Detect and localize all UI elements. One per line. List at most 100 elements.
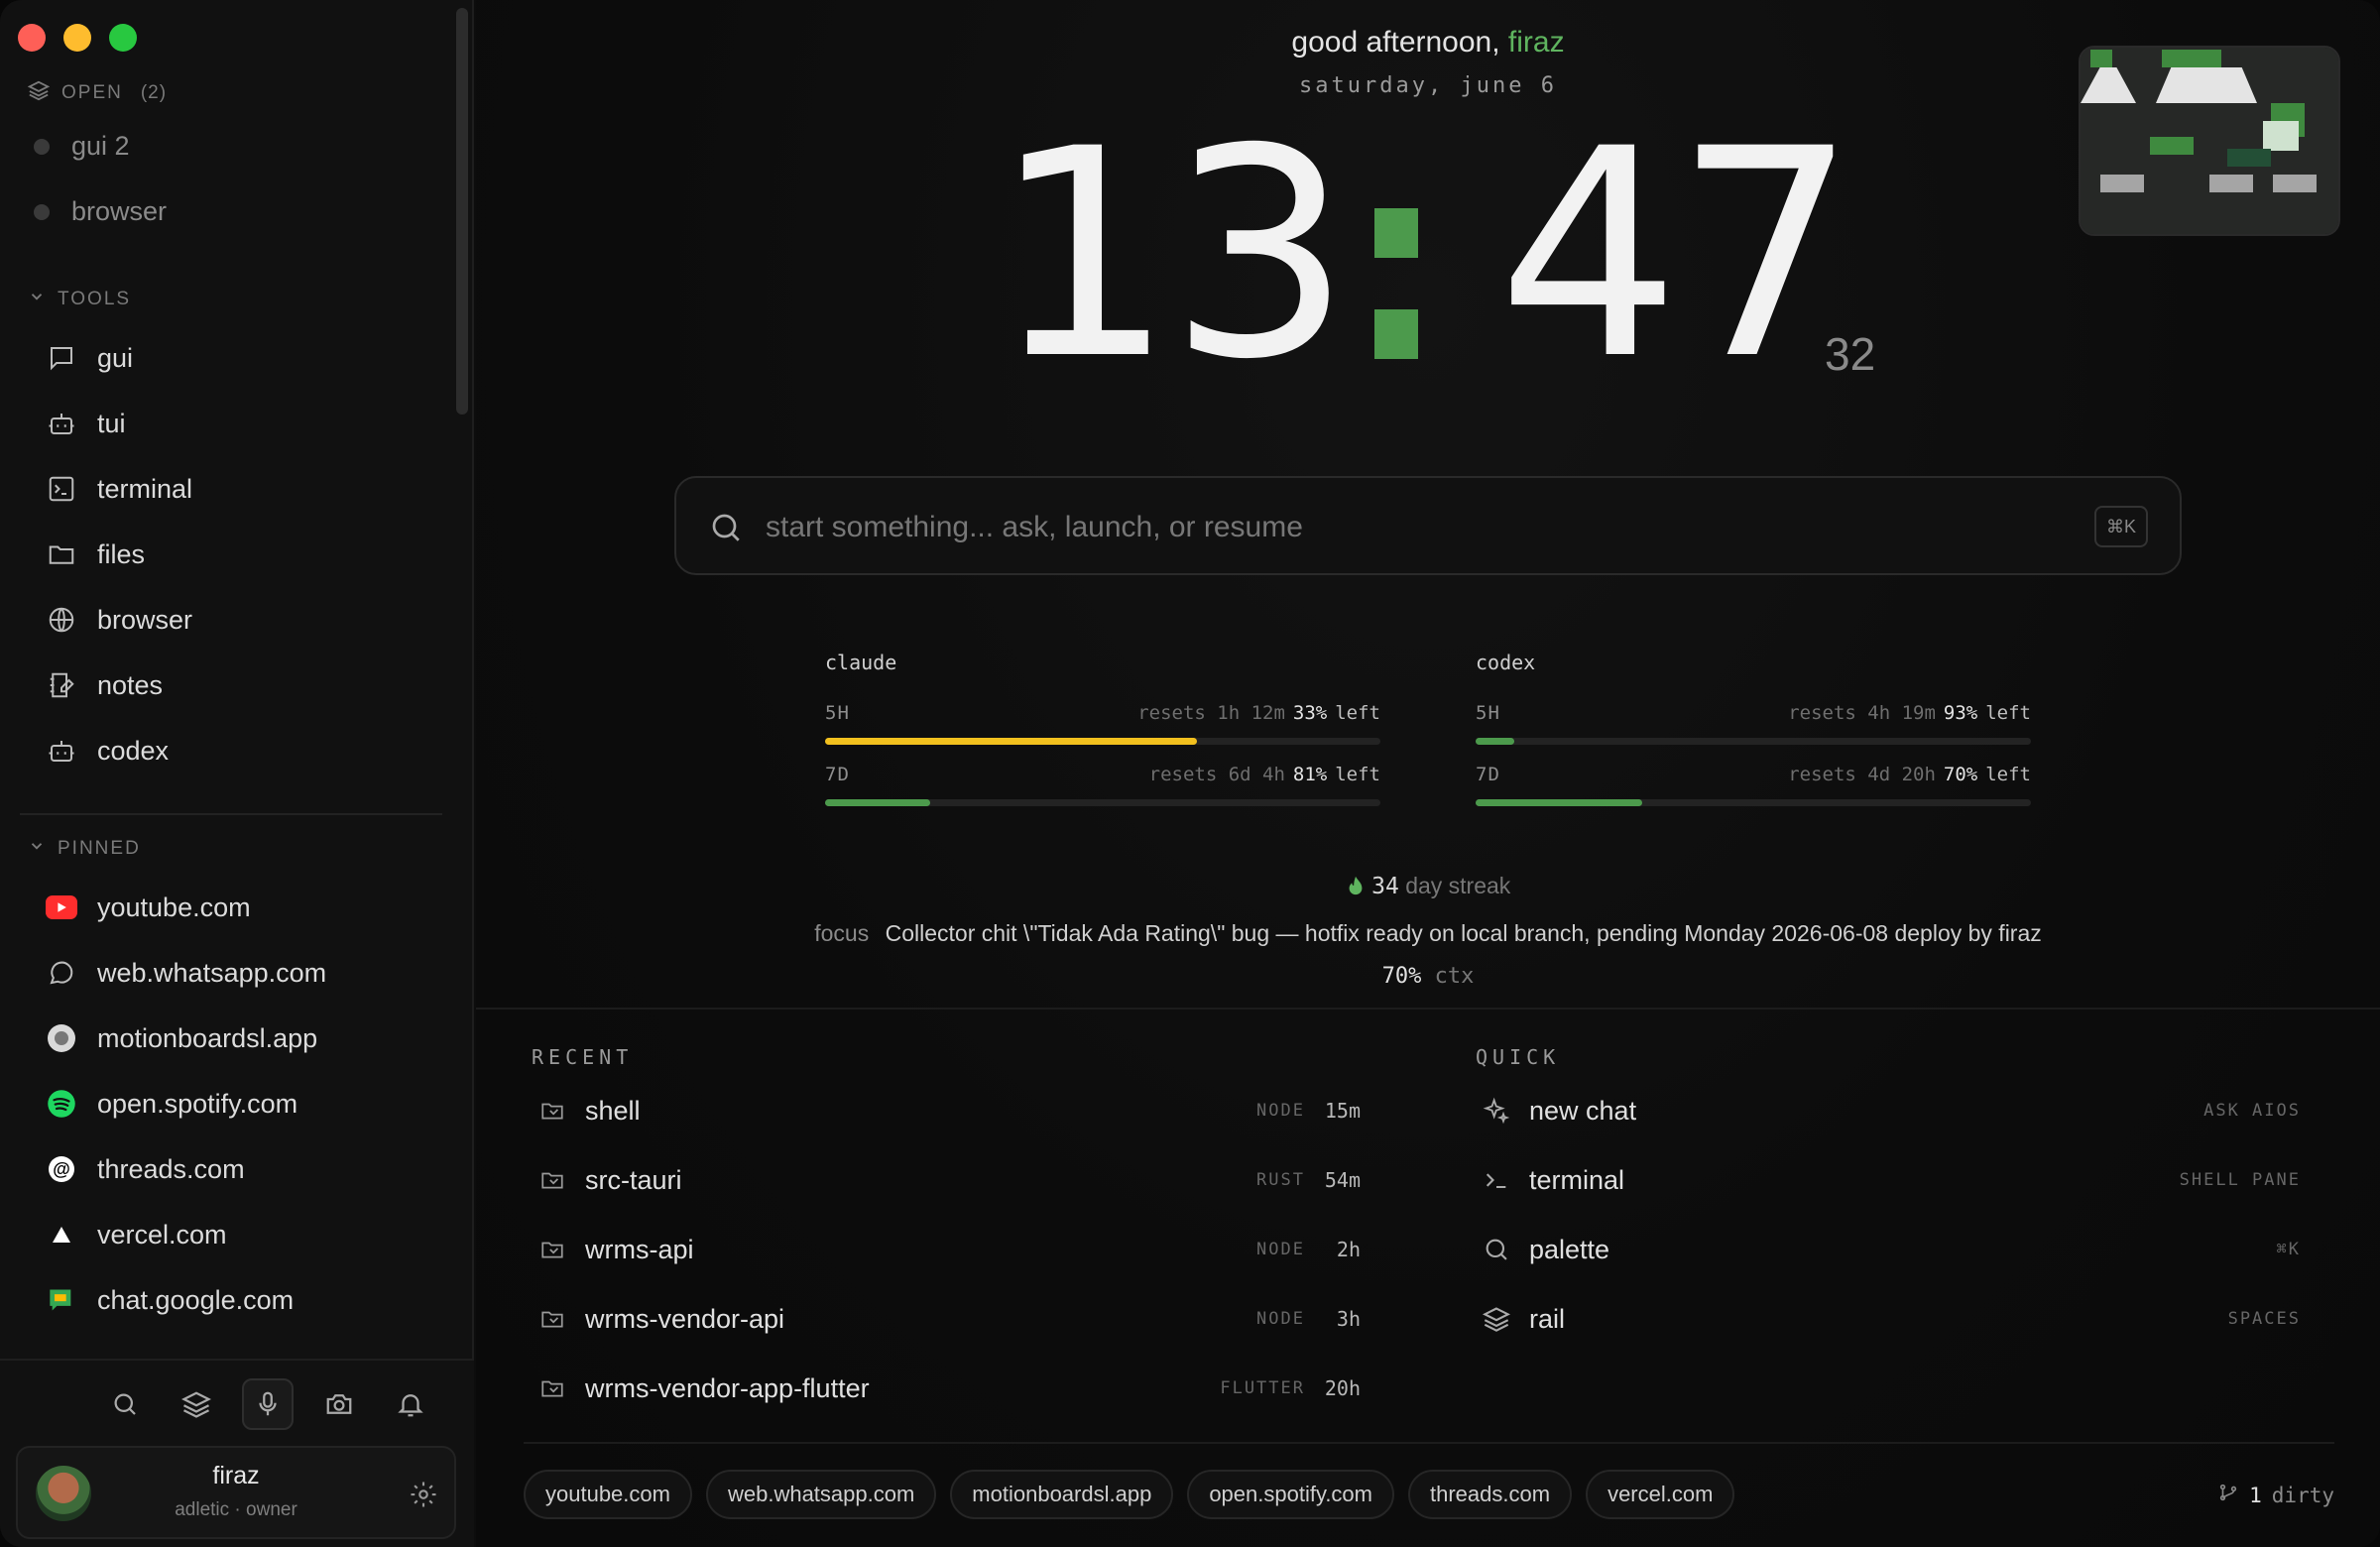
clock-hours: 13 bbox=[992, 88, 1352, 422]
tool-gui[interactable]: gui bbox=[46, 338, 133, 378]
pinned-youtube[interactable]: youtube.com bbox=[46, 888, 251, 927]
ctx-label: ctx bbox=[1434, 964, 1475, 989]
open-section-header[interactable]: OPEN (2) bbox=[27, 79, 167, 107]
vercel-icon bbox=[46, 1219, 77, 1250]
open-item-gui-2[interactable]: gui 2 bbox=[34, 131, 130, 162]
pinned-label: chat.google.com bbox=[97, 1284, 295, 1315]
bot-icon bbox=[46, 408, 77, 439]
sidebar-divider bbox=[20, 813, 442, 815]
youtube-icon bbox=[46, 892, 77, 923]
recent-tag: NODE bbox=[1256, 1240, 1305, 1259]
usage-claude: claude 5H resets 1h 12m 33% left 7D resets… bbox=[825, 651, 1380, 825]
tool-tui[interactable]: tui bbox=[46, 404, 126, 443]
usage-row-5h: 5H resets 1h 12m 33% left bbox=[825, 702, 1380, 764]
pinned-label: web.whatsapp.com bbox=[97, 957, 327, 988]
usage-bar bbox=[1476, 738, 2031, 745]
chip-threads[interactable]: threads.com bbox=[1408, 1470, 1573, 1519]
camera-icon[interactable] bbox=[313, 1378, 365, 1430]
tools-section-header[interactable]: TOOLS bbox=[28, 288, 131, 311]
search-icon[interactable] bbox=[99, 1378, 151, 1430]
streak-label: day streak bbox=[1405, 873, 1511, 898]
usage-bar bbox=[825, 799, 1380, 806]
chip-youtube[interactable]: youtube.com bbox=[524, 1470, 692, 1519]
tool-label: tui bbox=[97, 408, 126, 438]
chip-whatsapp[interactable]: web.whatsapp.com bbox=[705, 1470, 937, 1519]
user-card[interactable]: firaz adletic · owner bbox=[16, 1446, 456, 1539]
ctx-value: 70% bbox=[1381, 964, 1422, 989]
chip-spotify[interactable]: open.spotify.com bbox=[1187, 1470, 1394, 1519]
usage-name: claude bbox=[825, 651, 897, 674]
pinned-motionboard[interactable]: motionboardsl.app bbox=[46, 1018, 317, 1058]
git-status[interactable]: 1 dirty bbox=[2217, 1482, 2334, 1508]
minimize-window-button[interactable] bbox=[63, 24, 91, 52]
usage-reset: resets 4h 19m 93% left bbox=[1788, 702, 2031, 724]
recent-item-src-tauri[interactable]: src-tauri RUST 54m bbox=[537, 1160, 1361, 1200]
recent-name: wrms-api bbox=[585, 1234, 694, 1264]
quick-rail[interactable]: rail SPACES bbox=[1482, 1299, 2301, 1339]
chevron-down-icon bbox=[28, 837, 46, 861]
recent-item-wrms-vendor-api[interactable]: wrms-vendor-api NODE 3h bbox=[537, 1299, 1361, 1339]
sidebar-scrollbar[interactable] bbox=[456, 8, 468, 415]
tool-notes[interactable]: notes bbox=[46, 665, 163, 705]
tool-browser[interactable]: browser bbox=[46, 600, 192, 640]
recent-time: 54m bbox=[1324, 1168, 1361, 1192]
spotify-icon bbox=[46, 1088, 77, 1120]
layers-icon[interactable] bbox=[171, 1378, 222, 1430]
terminal-icon bbox=[46, 473, 77, 505]
quick-terminal[interactable]: terminal SHELL PANE bbox=[1482, 1160, 2301, 1200]
recent-item-shell[interactable]: shell NODE 15m bbox=[537, 1091, 1361, 1130]
recent-time: 15m bbox=[1324, 1099, 1361, 1123]
activity-thumbnail[interactable] bbox=[2079, 46, 2340, 236]
search-input[interactable] bbox=[766, 504, 1956, 551]
tool-codex[interactable]: codex bbox=[46, 731, 169, 771]
user-name: firaz bbox=[212, 1462, 260, 1489]
gear-icon[interactable] bbox=[409, 1480, 438, 1509]
pinned-section-label: PINNED bbox=[58, 838, 141, 859]
folder-link-icon bbox=[537, 1304, 567, 1334]
pinned-vercel[interactable]: vercel.com bbox=[46, 1215, 227, 1254]
usage-codex: codex 5H resets 4h 19m 93% left 7D resets … bbox=[1476, 651, 2031, 825]
chip-motionboard[interactable]: motionboardsl.app bbox=[950, 1470, 1174, 1519]
tool-terminal[interactable]: terminal bbox=[46, 469, 192, 509]
recent-time: 2h bbox=[1336, 1238, 1361, 1261]
bell-icon[interactable] bbox=[385, 1378, 436, 1430]
microphone-icon[interactable] bbox=[242, 1378, 294, 1430]
quick-new-chat[interactable]: new chat ASK AIOS bbox=[1482, 1091, 2301, 1130]
clock-seconds: 32 bbox=[1825, 328, 1876, 380]
quick-palette[interactable]: palette ⌘K bbox=[1482, 1230, 2301, 1269]
chip-vercel[interactable]: vercel.com bbox=[1586, 1470, 1735, 1519]
pinned-label: motionboardsl.app bbox=[97, 1022, 318, 1053]
recent-name: shell bbox=[585, 1095, 641, 1126]
maximize-window-button[interactable] bbox=[109, 24, 137, 52]
command-search-bar[interactable]: ⌘K bbox=[674, 476, 2182, 575]
close-window-button[interactable] bbox=[18, 24, 46, 52]
pinned-google-chat[interactable]: chat.google.com bbox=[46, 1280, 294, 1320]
tool-files[interactable]: files bbox=[46, 535, 145, 574]
open-item-browser[interactable]: browser bbox=[34, 196, 167, 227]
focus-line[interactable]: focus Collector chit \"Tidak Ada Rating\… bbox=[476, 920, 2380, 947]
recent-item-wrms-vendor-app-flutter[interactable]: wrms-vendor-app-flutter FLUTTER 20h bbox=[537, 1368, 1361, 1408]
pinned-spotify[interactable]: open.spotify.com bbox=[46, 1084, 298, 1124]
greeting-text: good afternoon, bbox=[1291, 26, 1500, 59]
tool-label: files bbox=[97, 538, 146, 569]
pinned-threads[interactable]: @ threads.com bbox=[46, 1149, 245, 1189]
status-dot bbox=[34, 138, 50, 155]
pinned-whatsapp[interactable]: web.whatsapp.com bbox=[46, 953, 326, 993]
focus-label: focus bbox=[814, 920, 870, 946]
greeting-name: firaz bbox=[1507, 26, 1565, 59]
folder-link-icon bbox=[537, 1096, 567, 1126]
layers-icon bbox=[1482, 1304, 1511, 1334]
tool-label: gui bbox=[97, 342, 134, 373]
pinned-section-header[interactable]: PINNED bbox=[28, 837, 141, 861]
chevron-down-icon bbox=[28, 288, 46, 311]
streak: 34 day streak bbox=[476, 873, 2380, 899]
sidebar: OPEN (2) gui 2 browser TOOLS gui tui ter… bbox=[0, 0, 474, 1547]
recent-item-wrms-api[interactable]: wrms-api NODE 2h bbox=[537, 1230, 1361, 1269]
quick-tag: SHELL PANE bbox=[2179, 1170, 2301, 1190]
pinned-chips: youtube.com web.whatsapp.com motionboard… bbox=[524, 1470, 1735, 1519]
folder-link-icon bbox=[537, 1373, 567, 1403]
pinned-label: youtube.com bbox=[97, 892, 251, 922]
folder-link-icon bbox=[537, 1165, 567, 1195]
usage-period: 7D bbox=[1476, 764, 1500, 785]
quick-name: new chat bbox=[1529, 1095, 1637, 1126]
